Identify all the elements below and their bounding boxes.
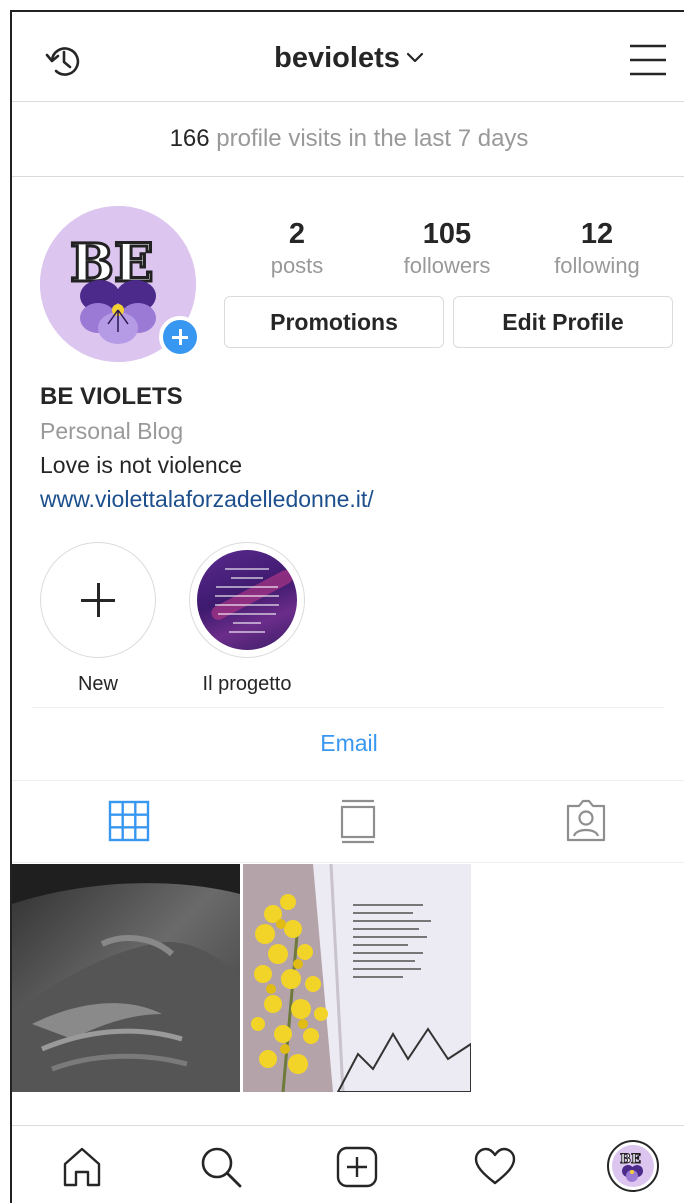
edit-profile-button[interactable]: Edit Profile xyxy=(453,296,673,348)
account-switcher[interactable]: beviolets xyxy=(12,42,684,75)
grid-tab-icon[interactable] xyxy=(105,798,153,844)
post-thumbnail[interactable] xyxy=(12,864,240,1092)
chevron-down-icon xyxy=(406,53,423,63)
followers-label: followers xyxy=(403,253,491,278)
tagged-tab-icon[interactable] xyxy=(562,798,610,844)
highlight-cover-image xyxy=(197,550,297,650)
username-title: beviolets xyxy=(274,42,400,74)
post-thumbnail[interactable] xyxy=(243,864,471,1092)
visits-count: 166 xyxy=(169,125,210,152)
highlight-new[interactable]: New xyxy=(38,542,158,696)
add-story-button[interactable] xyxy=(159,316,201,358)
mimosa-book-photo-icon xyxy=(243,864,471,1092)
posts-label: posts xyxy=(270,253,324,278)
divider xyxy=(12,862,684,863)
followers-count: 105 xyxy=(422,218,472,250)
create-post-icon[interactable] xyxy=(334,1144,380,1190)
home-icon[interactable] xyxy=(59,1144,105,1190)
profile-tab-avatar[interactable]: BE xyxy=(607,1140,659,1192)
highlight-label: New xyxy=(77,673,118,695)
visits-text: profile visits in the last 7 days xyxy=(216,125,529,152)
stat-following[interactable]: 12 following xyxy=(527,217,667,281)
top-nav: beviolets xyxy=(12,12,684,102)
posts-count: 2 xyxy=(288,218,306,250)
profile-bio: BE VIOLETS Personal Blog Love is not vio… xyxy=(40,380,660,516)
stat-followers[interactable]: 105 followers xyxy=(377,217,517,281)
divider xyxy=(32,707,664,708)
divider xyxy=(12,780,684,781)
display-name: BE VIOLETS xyxy=(40,383,183,410)
profile-visits-banner[interactable]: 166 profile visits in the last 7 days xyxy=(12,103,684,177)
search-icon[interactable] xyxy=(198,1144,244,1190)
menu-icon[interactable] xyxy=(628,42,668,78)
bio-link[interactable]: www.violettalaforzadelledonne.it/ xyxy=(40,482,660,516)
bio-text: Love is not violence xyxy=(40,452,243,478)
highlight-il-progetto[interactable]: Il progetto xyxy=(187,542,307,696)
mini-avatar-icon: BE xyxy=(612,1145,654,1187)
heart-icon[interactable] xyxy=(472,1144,518,1190)
svg-text:BE: BE xyxy=(620,1152,641,1167)
stat-posts[interactable]: 2 posts xyxy=(227,217,367,281)
promotions-button[interactable]: Promotions xyxy=(224,296,444,348)
highlight-ring xyxy=(189,542,305,658)
feed-tab-icon[interactable] xyxy=(334,798,382,844)
bottom-tab-bar: BE xyxy=(12,1125,684,1203)
hands-photo-icon xyxy=(12,864,240,1092)
following-label: following xyxy=(554,253,640,278)
email-button[interactable]: Email xyxy=(12,725,684,761)
app-frame: beviolets 166 profile visits in the last… xyxy=(10,10,684,1203)
following-count: 12 xyxy=(580,218,614,250)
new-highlight-ring xyxy=(40,542,156,658)
profile-category: Personal Blog xyxy=(40,418,184,444)
highlight-label: Il progetto xyxy=(202,673,292,695)
